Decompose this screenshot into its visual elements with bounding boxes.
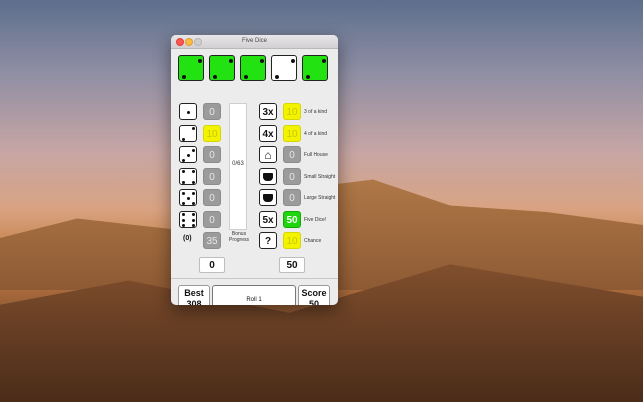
die-pip (228, 59, 233, 64)
die-pip (192, 180, 196, 184)
die-pip (192, 127, 196, 131)
die-pip (192, 223, 196, 227)
die-pip (181, 218, 185, 222)
die-pip (192, 170, 196, 174)
minimize-button[interactable] (185, 38, 193, 46)
footer-divider (171, 278, 338, 279)
upper-score-6[interactable]: 0 (203, 210, 221, 228)
current-score-box: Score 50 (298, 285, 330, 305)
lower-score-1[interactable]: 10 (283, 103, 301, 120)
lower-label-1: 3 of a kind (304, 109, 328, 115)
score-value: 50 (308, 299, 319, 305)
die-pip (290, 59, 295, 64)
lower-score-7[interactable]: 10 (283, 232, 301, 249)
die-pip (181, 137, 185, 141)
bonus-score: 35 (203, 232, 221, 249)
die-pip (181, 202, 185, 206)
upper-face-4-icon[interactable] (179, 167, 197, 185)
die-pip (181, 159, 185, 163)
die-pip (187, 197, 190, 200)
die-pip (181, 180, 185, 184)
lower-score-6[interactable]: 50 (283, 210, 301, 228)
small-straight-icon[interactable] (259, 167, 277, 185)
upper-total: 0 (199, 257, 225, 273)
upper-face-5-icon[interactable] (179, 189, 197, 206)
bonus-progress-text: 0/63 (232, 161, 244, 167)
die-pip (192, 202, 196, 206)
die-pip (181, 213, 185, 217)
best-score-box: Best 308 (178, 285, 210, 305)
die-1[interactable] (178, 55, 204, 81)
lower-label-6: Five Dice! (304, 216, 327, 223)
die-pip (182, 74, 187, 79)
upper-face-2-icon[interactable] (179, 124, 197, 142)
die-5[interactable] (302, 55, 328, 81)
roll-button[interactable]: Roll 1 (212, 285, 296, 305)
die-pip (306, 74, 311, 79)
five-dice-window: Five Dice 0 10 0 0 0 0 0/63 Bonus Progress (0… (171, 35, 338, 305)
die-pip (213, 74, 218, 79)
die-pip (181, 191, 185, 195)
large-straight-icon[interactable] (259, 189, 277, 206)
best-value: 308 (186, 299, 202, 305)
upper-score-3[interactable]: 0 (203, 146, 221, 163)
lower-label-4: Small Straight (304, 173, 336, 180)
die-pip (197, 59, 202, 64)
roll-label: Roll 1 (246, 297, 262, 303)
bonus-progress-bar: 0/63 (229, 103, 247, 230)
die-pip (192, 148, 196, 152)
die-pip (187, 111, 190, 114)
close-button[interactable] (176, 38, 184, 46)
upper-score-2[interactable]: 10 (203, 124, 221, 142)
die-pip (259, 59, 264, 64)
bonus-count: (0) (183, 235, 192, 242)
game-content: 0 10 0 0 0 0 0/63 Bonus Progress (0) 35 3x 10 3… (171, 49, 338, 305)
die-pip (275, 74, 280, 79)
lower-score-5[interactable]: 0 (283, 189, 301, 206)
die-pip (321, 59, 326, 64)
score-label: Score (301, 288, 327, 298)
lower-score-2[interactable]: 10 (283, 124, 301, 142)
lower-score-3[interactable]: 0 (283, 146, 301, 163)
lower-score-4[interactable]: 0 (283, 167, 301, 185)
upper-score-5[interactable]: 0 (203, 189, 221, 206)
die-4[interactable] (271, 55, 297, 81)
bonus-label-line2: Progress (228, 237, 249, 243)
titlebar: Five Dice (171, 35, 338, 49)
die-pip (181, 223, 185, 227)
lower-label-2: 4 of a kind (304, 130, 328, 137)
die-2[interactable] (209, 55, 235, 81)
upper-face-6-icon[interactable] (179, 210, 197, 228)
lower-label-5: Large Straight (304, 195, 336, 201)
three-times-icon[interactable]: 3x (259, 103, 277, 120)
lower-label-3: Full House (304, 152, 328, 158)
die-pip (244, 74, 249, 79)
bonus-label: Bonus Progress (228, 231, 250, 243)
lower-label-7: Chance (304, 238, 322, 244)
die-pip (187, 154, 190, 157)
die-pip (192, 213, 196, 217)
best-label: Best (184, 288, 204, 298)
question-icon[interactable]: ? (259, 232, 277, 249)
small-straight-shape (263, 172, 273, 181)
die-pip (181, 170, 185, 174)
zoom-button[interactable] (194, 38, 202, 46)
upper-score-1[interactable]: 0 (203, 103, 221, 120)
upper-face-1-icon[interactable] (179, 103, 197, 120)
die-pip (192, 218, 196, 222)
house-icon[interactable]: ⌂ (259, 146, 277, 163)
four-times-icon[interactable]: 4x (259, 124, 277, 142)
five-times-icon[interactable]: 5x (259, 210, 277, 228)
upper-face-3-icon[interactable] (179, 146, 197, 163)
die-3[interactable] (240, 55, 266, 81)
upper-score-4[interactable]: 0 (203, 167, 221, 185)
large-straight-shape (263, 194, 273, 202)
lower-total: 50 (279, 257, 305, 273)
die-pip (192, 191, 196, 195)
